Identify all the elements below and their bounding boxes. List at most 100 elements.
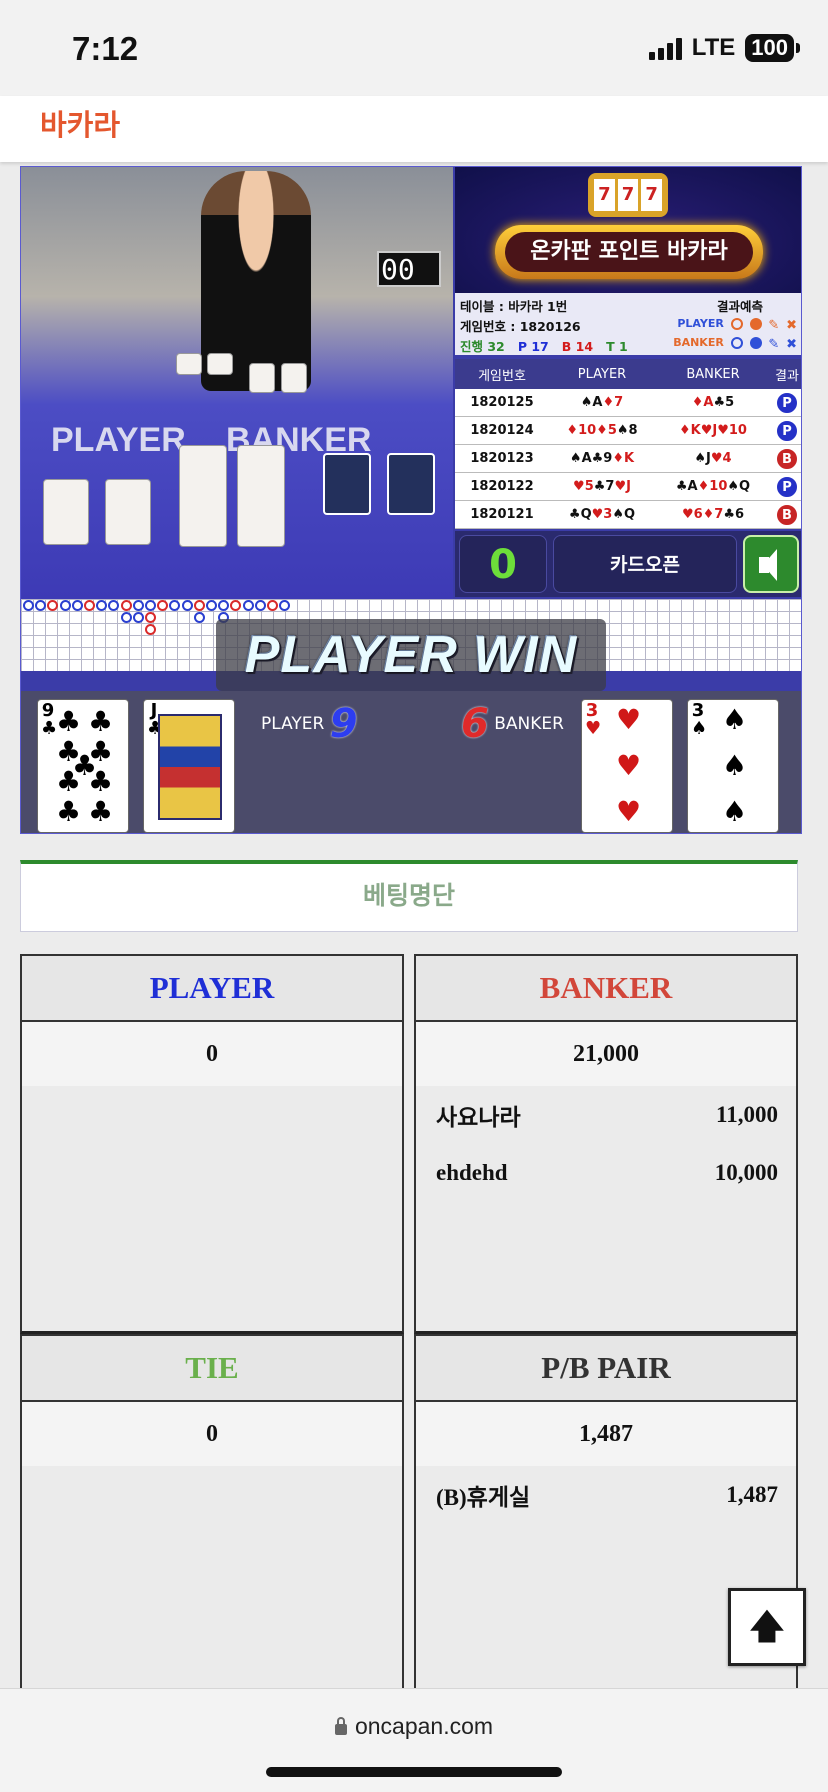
bet-entry: 사요나라 11,000 bbox=[416, 1086, 796, 1144]
history-col-player: PLAYER bbox=[577, 366, 627, 382]
history-result: P bbox=[771, 475, 801, 498]
ring-icon[interactable] bbox=[730, 318, 743, 330]
slot-machine-icon: 7 7 7 bbox=[588, 173, 668, 217]
bead-marker bbox=[145, 624, 156, 635]
bead-marker bbox=[84, 600, 95, 611]
spade-icon: ♠ bbox=[722, 795, 748, 828]
scroll-top-button[interactable]: 🡅 bbox=[728, 1588, 806, 1666]
history-row: 1820121 ♣Q♥3♠Q ♥6♦7♣6 B bbox=[455, 501, 801, 529]
history-table: 게임번호 PLAYER BANKER 결과 1820125 ♠A♦7 ♦A♣5 P 18… bbox=[455, 359, 801, 529]
banker-card-1: 3 ♥ ♥ ♥ ♥ bbox=[581, 699, 673, 833]
signal-icon bbox=[648, 36, 682, 60]
bead-marker bbox=[254, 600, 266, 611]
prediction-banker: BANKER ✎ ✖ bbox=[673, 336, 797, 352]
history-result: P bbox=[771, 419, 801, 442]
player-score-value: 9 bbox=[329, 701, 358, 747]
bet-panel-title: BANKER bbox=[416, 956, 796, 1022]
result-badge: P bbox=[776, 419, 798, 442]
history-banker-cards: ♥6♦7♣6 bbox=[681, 507, 745, 522]
video-timer: 00 bbox=[377, 251, 441, 287]
history-row: 1820124 ♦10♦5♠8 ♦K♥J♥10 P bbox=[455, 417, 801, 445]
pencil-icon[interactable]: ✎ bbox=[768, 337, 779, 352]
bead-marker bbox=[96, 600, 108, 611]
history-result: B bbox=[771, 503, 801, 526]
history-rows: 1820125 ♠A♦7 ♦A♣5 P 1820124 ♦10♦5♠8 ♦K♥J♥10 P 18… bbox=[455, 389, 801, 529]
heart-icon: ♥ bbox=[616, 795, 642, 828]
bet-panel-total: 1,487 bbox=[416, 1402, 796, 1466]
promo-banner: 7 7 7 온카판 포인트 바카라 bbox=[455, 167, 801, 293]
slot-reel: 7 bbox=[617, 179, 639, 211]
video-card bbox=[43, 479, 89, 545]
banker-score-label: BANKER bbox=[494, 714, 564, 734]
arrow-up-icon: 🡅 bbox=[749, 1607, 785, 1647]
bead-marker bbox=[181, 600, 193, 611]
bet-entry-amount: 11,000 bbox=[716, 1102, 778, 1127]
home-indicator[interactable] bbox=[266, 1767, 562, 1777]
spade-icon: ♠ bbox=[722, 749, 748, 782]
page-title[interactable]: 바카라 bbox=[40, 102, 120, 144]
heart-icon: ♥ bbox=[616, 749, 642, 782]
bead-marker bbox=[242, 600, 254, 611]
video-card-back bbox=[323, 453, 371, 515]
close-icon[interactable]: ✖ bbox=[786, 337, 797, 352]
player-score-label: PLAYER bbox=[261, 714, 325, 734]
card-open-button[interactable]: 카드오픈 bbox=[553, 535, 737, 593]
dot-icon[interactable] bbox=[749, 318, 762, 330]
betting-list-title: 베팅명단 bbox=[20, 860, 798, 932]
club-icon: ♣ bbox=[56, 795, 82, 828]
history-row: 1820123 ♠A♣9♦K ♠J♥4 B bbox=[455, 445, 801, 473]
bet-panel-player: PLAYER 0 bbox=[20, 954, 404, 1334]
close-icon[interactable]: ✖ bbox=[786, 318, 797, 333]
bead-marker bbox=[157, 600, 169, 611]
history-result: B bbox=[771, 447, 801, 470]
video-card bbox=[176, 353, 202, 375]
history-game-number: 1820125 bbox=[470, 395, 534, 410]
url-domain: oncapan.com bbox=[354, 1713, 494, 1739]
banker-score: 6 BANKER bbox=[461, 701, 564, 747]
card-rank: 3 ♥ bbox=[585, 700, 602, 739]
bead-marker bbox=[132, 600, 144, 611]
history-player-cards: ♣Q♥3♠Q bbox=[568, 507, 636, 522]
history-banker-cards: ♦A♣5 bbox=[691, 395, 735, 410]
heart-icon: ♥ bbox=[616, 703, 642, 736]
history-row: 1820122 ♥5♣7♥J ♣A♦10♠Q P bbox=[455, 473, 801, 501]
bead-marker bbox=[120, 612, 132, 623]
ring-icon[interactable] bbox=[730, 337, 743, 349]
pencil-icon[interactable]: ✎ bbox=[768, 318, 779, 333]
card-rank: 3 ♠ bbox=[691, 700, 708, 739]
bead-marker bbox=[279, 600, 291, 611]
history-result: P bbox=[771, 391, 801, 414]
battery-icon: 100 bbox=[745, 34, 800, 62]
browser-url-bar: oncapan.com bbox=[0, 1688, 828, 1792]
club-icon: ♣ bbox=[56, 705, 82, 738]
network-type: LTE bbox=[691, 34, 736, 61]
game-number: 게임번호 : 1820126 bbox=[460, 319, 581, 334]
bet-panel-title: TIE bbox=[22, 1336, 402, 1402]
card-rank: 9 ♣ bbox=[41, 700, 58, 739]
history-game-number: 1820121 bbox=[470, 507, 534, 522]
bead-marker bbox=[230, 600, 242, 611]
result-badge: P bbox=[776, 475, 798, 498]
speaker-icon[interactable] bbox=[743, 535, 799, 593]
bead-marker bbox=[193, 612, 205, 623]
bead-marker bbox=[108, 600, 120, 611]
dot-icon[interactable] bbox=[749, 337, 762, 349]
status-bar: 7:12 LTE 100 bbox=[0, 0, 828, 96]
history-player-cards: ♠A♣9♦K bbox=[569, 451, 635, 466]
prediction-player-label: PLAYER bbox=[677, 317, 724, 330]
bet-entry-name: 사요나라 bbox=[436, 1105, 521, 1130]
win-banner: PLAYER WIN bbox=[216, 619, 606, 691]
game-controls: 0 카드오픈 bbox=[455, 531, 801, 597]
prediction-player: PLAYER ✎ ✖ bbox=[677, 317, 797, 333]
bet-entry: (B)휴게실 1,487 bbox=[416, 1466, 796, 1524]
progress-stats: 진행 32 P 17 B 14 T 1 bbox=[460, 336, 628, 355]
promo-title: 온카판 포인트 바카라 bbox=[505, 232, 753, 272]
bet-entry: ehdehd 10,000 bbox=[416, 1144, 796, 1202]
bet-panel-total: 0 bbox=[22, 1022, 402, 1086]
history-row: 1820125 ♠A♦7 ♦A♣5 P bbox=[455, 389, 801, 417]
history-col-game: 게임번호 bbox=[478, 368, 526, 384]
history-player-cards: ♥5♣7♥J bbox=[573, 479, 631, 494]
url-field[interactable]: oncapan.com bbox=[0, 1713, 828, 1740]
table-info: 테이블 : 바카라 1번 게임번호 : 1820126 진행 32 P 17 B… bbox=[455, 293, 801, 355]
bead-marker bbox=[47, 600, 59, 611]
